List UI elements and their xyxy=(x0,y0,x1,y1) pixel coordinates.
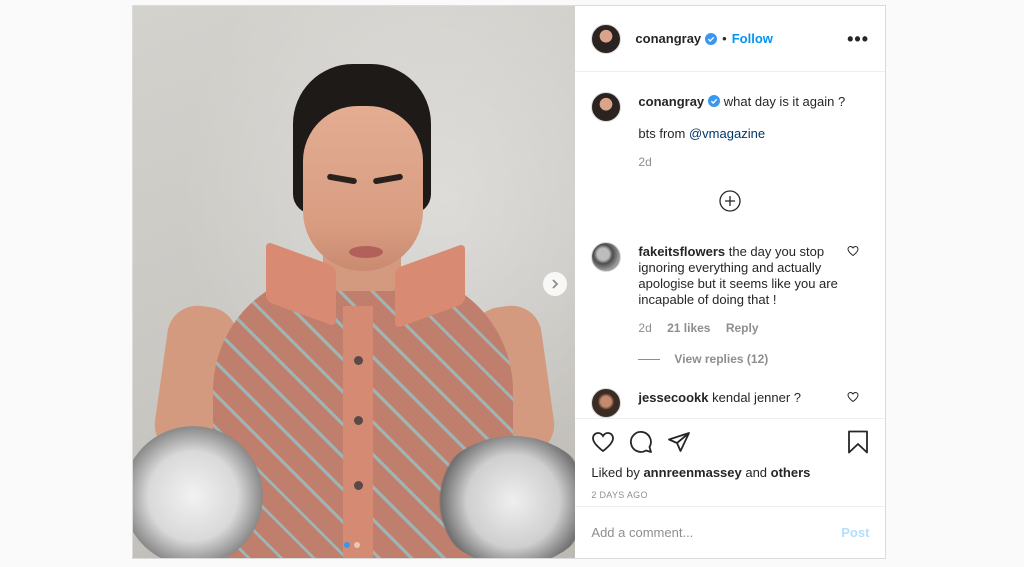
add-circle-icon xyxy=(719,190,741,212)
chevron-right-icon xyxy=(552,279,559,289)
post-side-panel: conangray • Follow ••• conangray what da… xyxy=(575,6,886,558)
liked-by-others[interactable]: others xyxy=(771,465,811,480)
comment-time[interactable]: 2d xyxy=(638,321,651,335)
comment-likes[interactable]: 21 likes xyxy=(667,321,710,335)
caption-username[interactable]: conangray xyxy=(638,94,704,109)
liked-by-and: and xyxy=(741,465,771,480)
comment-username[interactable]: jessecookk xyxy=(638,390,708,405)
carousel-next-button[interactable] xyxy=(543,272,567,296)
share-icon[interactable] xyxy=(667,430,691,454)
comment-input[interactable] xyxy=(591,525,842,540)
comment-username[interactable]: fakeitsflowers xyxy=(638,244,725,259)
more-options-icon[interactable]: ••• xyxy=(847,30,869,48)
action-icons xyxy=(591,419,869,465)
avatar[interactable] xyxy=(591,388,622,418)
carousel-dot-active[interactable] xyxy=(344,542,350,548)
post-photo[interactable] xyxy=(133,6,576,558)
caption-text: what day is it again ? xyxy=(723,94,846,109)
post-header: conangray • Follow ••• xyxy=(575,6,885,72)
post-card: conangray • Follow ••• conangray what da… xyxy=(132,5,886,559)
comment-text: kendal jenner ? xyxy=(712,390,802,405)
load-more-comments-button[interactable] xyxy=(591,190,869,212)
photo-shirt-button xyxy=(354,356,363,365)
comment-body: jessecookk kendal jenner ? xyxy=(638,384,801,418)
liked-by-user[interactable]: annreenmassey xyxy=(643,465,741,480)
post-timestamp[interactable]: 2 DAYS AGO xyxy=(591,490,869,500)
comment-item: fakeitsflowers the day you stop ignoring… xyxy=(591,238,869,336)
carousel-dot[interactable] xyxy=(354,542,360,548)
caption-mention-link[interactable]: @vmagazine xyxy=(689,126,765,141)
comment-meta: 2d 21 likes Reply xyxy=(638,320,838,336)
avatar[interactable] xyxy=(591,23,622,54)
avatar[interactable] xyxy=(591,92,622,122)
verified-badge-icon xyxy=(705,32,718,45)
caption-time[interactable]: 2d xyxy=(638,155,651,169)
photo-lips xyxy=(349,246,383,258)
heart-icon[interactable] xyxy=(847,391,859,403)
caption-body: conangray what day is it again ? bts fro… xyxy=(638,88,845,170)
post-comment-button[interactable]: Post xyxy=(841,525,869,540)
caption-text-line2: bts from xyxy=(638,126,689,141)
liked-by: Liked by annreenmassey and others xyxy=(591,465,869,480)
comment-icon[interactable] xyxy=(629,430,653,454)
comment-item: jessecookk kendal jenner ? xyxy=(591,384,869,418)
caption-meta: 2d xyxy=(638,154,845,170)
add-comment-bar: Post xyxy=(575,506,886,558)
verified-badge-icon xyxy=(708,95,721,107)
carousel-dots xyxy=(344,542,360,548)
follow-button[interactable]: Follow xyxy=(732,31,773,46)
photo-placket xyxy=(343,306,373,558)
comment-body: fakeitsflowers the day you stop ignoring… xyxy=(638,238,838,336)
divider xyxy=(638,358,661,360)
caption: conangray what day is it again ? bts fro… xyxy=(591,88,869,170)
avatar[interactable] xyxy=(591,242,622,272)
view-replies-button[interactable]: View replies (12) xyxy=(638,352,869,366)
liked-by-prefix: Liked by xyxy=(591,465,644,480)
heart-icon[interactable] xyxy=(591,430,615,454)
comments-list[interactable]: conangray what day is it again ? bts fro… xyxy=(575,72,885,418)
reply-button[interactable]: Reply xyxy=(726,321,759,335)
header-username[interactable]: conangray xyxy=(635,31,701,46)
view-replies-label: View replies (12) xyxy=(674,352,769,366)
bookmark-icon[interactable] xyxy=(847,430,869,454)
photo-shirt-button xyxy=(354,416,363,425)
photo-shirt-button xyxy=(354,481,363,490)
heart-icon[interactable] xyxy=(847,245,859,257)
header-separator: • xyxy=(722,31,727,46)
